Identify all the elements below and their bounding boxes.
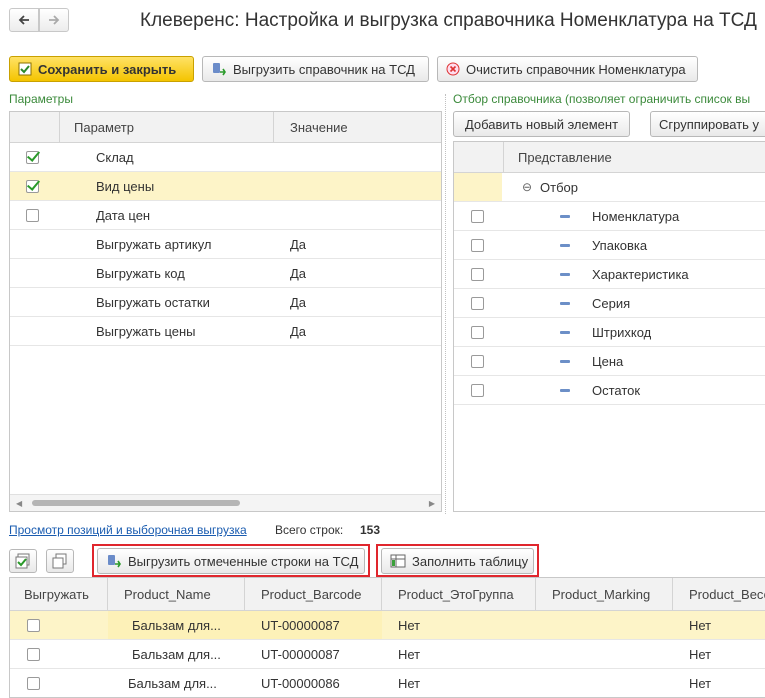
collapse-icon[interactable]: ⊖: [522, 173, 532, 201]
table-row[interactable]: Бальзам для... UT-00000086 Нет Нет: [10, 669, 765, 697]
filter-checkbox[interactable]: [471, 383, 484, 397]
filter-item[interactable]: Упаковка: [454, 231, 765, 260]
table-row[interactable]: Бальзам для... UT-00000087 Нет Нет: [10, 640, 765, 669]
table-row[interactable]: Бальзам для... UT-00000087 Нет Нет: [10, 611, 765, 640]
col-product-barcode: Product_Barcode: [245, 578, 382, 610]
col-value: Значение: [290, 119, 348, 135]
fill-table-button[interactable]: Заполнить таблицу: [381, 548, 534, 574]
params-scroll-thumb[interactable]: [32, 500, 240, 506]
filter-header: Представление: [454, 142, 765, 173]
col-representation: Представление: [518, 149, 612, 165]
save-close-button[interactable]: Сохранить и закрыть: [9, 56, 194, 82]
clear-catalog-label: Очистить справочник Номенклатура: [466, 61, 686, 77]
clear-catalog-button[interactable]: Очистить справочник Номенклатура: [437, 56, 698, 82]
col-product-name: Product_Name: [108, 578, 245, 610]
filter-checkbox[interactable]: [471, 296, 484, 310]
col-product-isgroup: Product_ЭтоГруппа: [382, 578, 536, 610]
field-icon: [560, 301, 570, 305]
param-row[interactable]: Выгружать цены Да: [10, 317, 441, 346]
col-export: Выгружать: [10, 578, 108, 610]
forward-button[interactable]: [39, 8, 69, 32]
params-table[interactable]: Параметр Значение Склад Вид цены Дата це…: [9, 111, 442, 512]
field-icon: [560, 330, 570, 334]
param-row[interactable]: Вид цены: [10, 172, 441, 201]
field-icon: [560, 388, 570, 392]
param-row[interactable]: Выгружать остатки Да: [10, 288, 441, 317]
col-product-weight: Product_Весо: [689, 586, 765, 602]
row-checkbox[interactable]: [27, 618, 40, 632]
uncheck-all-icon: [52, 553, 67, 569]
row-checkbox[interactable]: [27, 676, 40, 690]
param-row[interactable]: Выгружать артикул Да: [10, 230, 441, 259]
col-product-marking: Product_Marking: [536, 578, 673, 610]
total-rows-value: 153: [360, 523, 381, 537]
field-icon: [560, 272, 570, 276]
export-catalog-button[interactable]: Выгрузить справочник на ТСД: [202, 56, 429, 82]
param-checkbox[interactable]: [26, 150, 39, 164]
fill-table-icon: [390, 554, 406, 568]
export-icon: [106, 553, 122, 569]
check-all-icon: [15, 553, 30, 569]
row-checkbox[interactable]: [27, 647, 40, 661]
filter-item[interactable]: Штрихкод: [454, 318, 765, 347]
preview-link[interactable]: Просмотр позиций и выборочная выгрузка: [9, 523, 247, 537]
filter-item[interactable]: Цена: [454, 347, 765, 376]
params-section-label: Параметры: [9, 92, 73, 106]
scroll-left-icon[interactable]: ◀: [16, 499, 22, 508]
export-marked-button[interactable]: Выгрузить отмеченные строки на ТСД: [97, 548, 365, 574]
filter-item[interactable]: Серия: [454, 289, 765, 318]
filter-checkbox[interactable]: [471, 325, 484, 339]
filter-group-row[interactable]: ⊖ Отбор: [454, 173, 765, 202]
filter-table[interactable]: Представление ⊖ Отбор Номенклатура Упако…: [453, 141, 765, 512]
param-checkbox[interactable]: [26, 179, 39, 193]
field-icon: [560, 359, 570, 363]
back-button[interactable]: [9, 8, 39, 32]
arrow-right-icon: [49, 15, 60, 25]
save-close-label: Сохранить и закрыть: [38, 61, 177, 77]
filter-checkbox[interactable]: [471, 209, 484, 223]
field-icon: [560, 243, 570, 247]
field-icon: [560, 214, 570, 218]
export-icon: [211, 61, 227, 77]
filter-checkbox[interactable]: [471, 354, 484, 368]
total-rows-label: Всего строк:: [275, 523, 344, 537]
param-row[interactable]: Дата цен: [10, 201, 441, 230]
arrow-left-icon: [18, 15, 29, 25]
filter-section-label: Отбор справочника (позволяет ограничить …: [453, 92, 751, 106]
col-param: Параметр: [60, 112, 274, 142]
filter-checkbox[interactable]: [471, 267, 484, 281]
preview-header: Выгружать Product_Name Product_Barcode P…: [10, 578, 765, 611]
params-scrollbar[interactable]: ◀ ▶: [10, 494, 441, 511]
window-title: Клеверенс: Настройка и выгрузка справочн…: [140, 10, 757, 31]
export-catalog-label: Выгрузить справочник на ТСД: [233, 61, 415, 77]
param-row[interactable]: Склад: [10, 143, 441, 172]
add-element-button[interactable]: Добавить новый элемент: [453, 111, 630, 137]
scroll-right-icon[interactable]: ▶: [429, 499, 435, 508]
params-header: Параметр Значение: [10, 112, 441, 143]
uncheck-all-button[interactable]: [46, 549, 74, 573]
filter-item[interactable]: Остаток: [454, 376, 765, 405]
preview-table[interactable]: Выгружать Product_Name Product_Barcode P…: [9, 577, 765, 698]
check-all-button[interactable]: [9, 549, 37, 573]
clear-icon: [446, 62, 460, 76]
param-checkbox[interactable]: [26, 208, 39, 222]
save-icon: [18, 62, 32, 76]
param-row[interactable]: Выгружать код Да: [10, 259, 441, 288]
group-button[interactable]: Сгруппировать у: [650, 111, 765, 137]
filter-item[interactable]: Характеристика: [454, 260, 765, 289]
panel-splitter[interactable]: [445, 94, 447, 514]
filter-checkbox[interactable]: [471, 238, 484, 252]
filter-item[interactable]: Номенклатура: [454, 202, 765, 231]
